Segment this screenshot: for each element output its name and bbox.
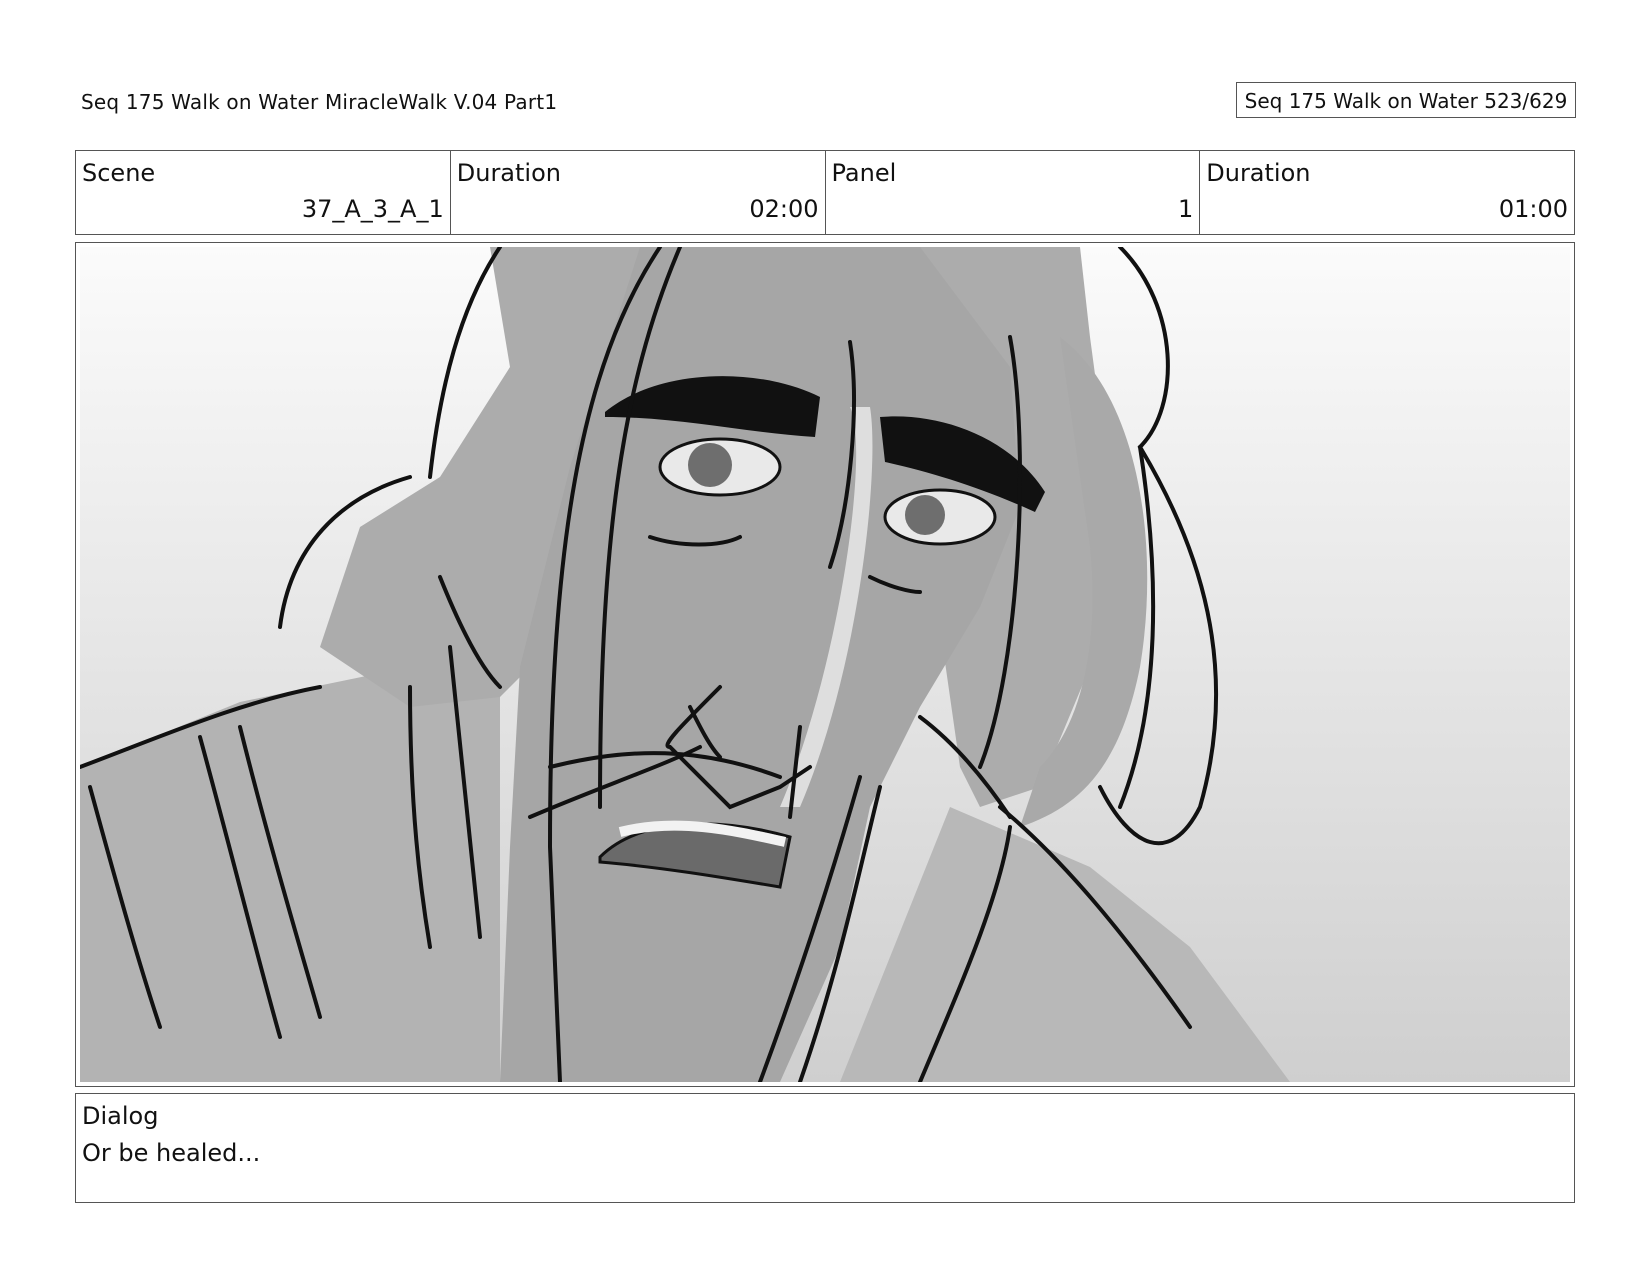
dialog-text: Or be healed... bbox=[82, 1139, 261, 1167]
info-table: Scene 37_A_3_A_1 Duration 02:00 Panel 1 … bbox=[75, 150, 1575, 235]
panel-duration-label: Duration bbox=[1206, 159, 1311, 187]
scene-cell: Scene 37_A_3_A_1 bbox=[76, 151, 451, 234]
scene-label: Scene bbox=[82, 159, 156, 187]
scene-value: 37_A_3_A_1 bbox=[301, 195, 444, 223]
panel-duration-value: 01:00 bbox=[1498, 195, 1568, 223]
scene-duration-cell: Duration 02:00 bbox=[451, 151, 826, 234]
panel-cell: Panel 1 bbox=[826, 151, 1201, 234]
scene-duration-value: 02:00 bbox=[749, 195, 819, 223]
sequence-title: Seq 175 Walk on Water MiracleWalk V.04 P… bbox=[81, 90, 558, 114]
dialog-label: Dialog bbox=[82, 1102, 159, 1130]
scene-duration-label: Duration bbox=[456, 159, 561, 187]
storyboard-panel bbox=[75, 242, 1575, 1087]
panel-duration-cell: Duration 01:00 bbox=[1200, 151, 1574, 234]
panel-label: Panel bbox=[831, 159, 897, 187]
dialog-box: Dialog Or be healed... bbox=[75, 1093, 1575, 1203]
panel-value: 1 bbox=[1177, 195, 1194, 223]
storyboard-sketch bbox=[80, 247, 1570, 1082]
page-indicator: Seq 175 Walk on Water 523/629 bbox=[1236, 82, 1576, 118]
